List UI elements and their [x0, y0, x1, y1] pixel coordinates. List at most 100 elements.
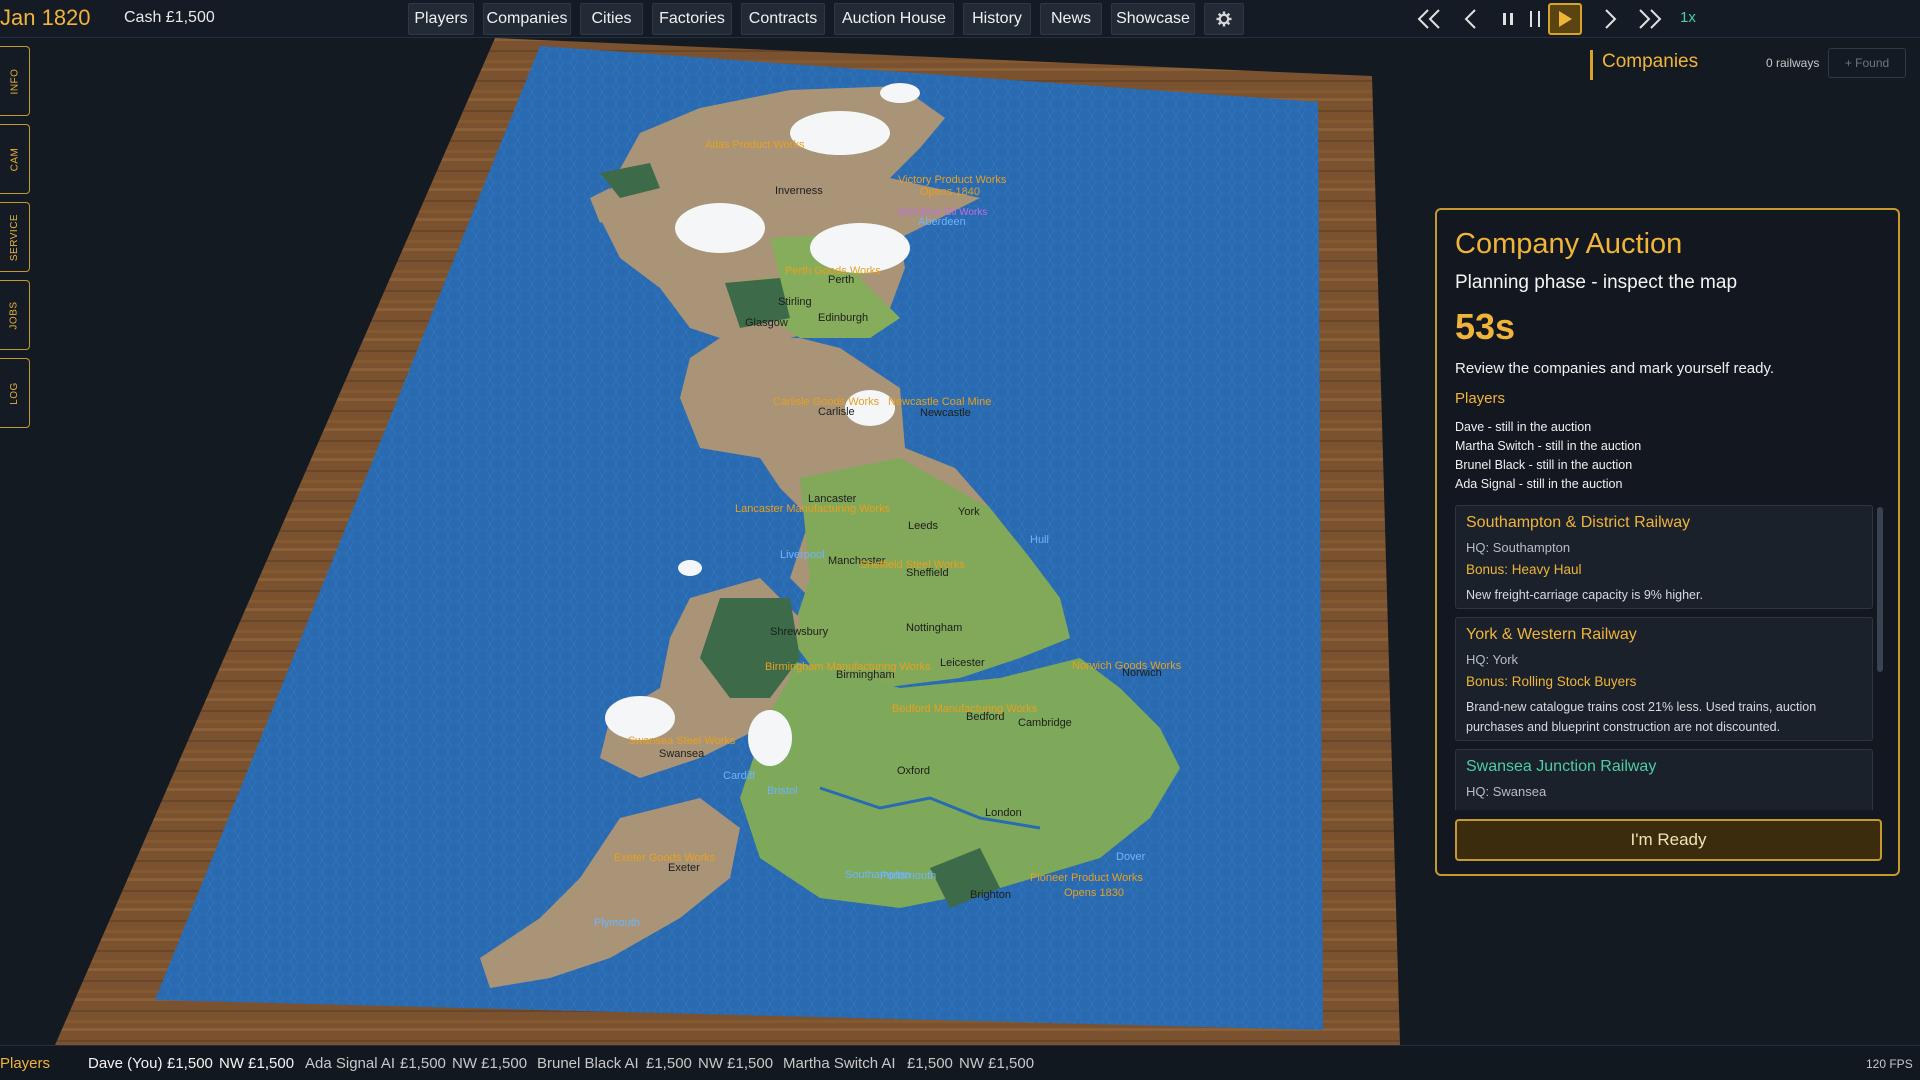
cloud: [748, 710, 792, 766]
nav-news[interactable]: News: [1040, 3, 1102, 35]
pause-icon: [1503, 13, 1513, 25]
city-label[interactable]: Glasgow: [745, 317, 788, 329]
tab-jobs[interactable]: JOBS: [0, 280, 30, 350]
tab-log[interactable]: LOG: [0, 358, 30, 428]
step-forward-button[interactable]: [1594, 3, 1626, 35]
company-card[interactable]: York & Western Railway HQ: York Bonus: R…: [1455, 617, 1873, 741]
works-label[interactable]: Aberdeen Oil Works: [898, 207, 987, 218]
works-label[interactable]: Sheffield Steel Works: [860, 559, 965, 571]
city-label[interactable]: Swansea: [659, 748, 705, 760]
company-name: Southampton & District Railway: [1466, 514, 1691, 531]
auction-timer: 53s: [1455, 306, 1516, 347]
city-label[interactable]: Leeds: [908, 520, 938, 532]
works-label[interactable]: Swansea Steel Works: [628, 735, 736, 747]
found-company-button[interactable]: + Found: [1828, 48, 1906, 78]
works-label[interactable]: Lancaster Manufacturing Works: [735, 503, 891, 515]
city-label[interactable]: Liverpool: [780, 549, 825, 561]
nav-showcase[interactable]: Showcase: [1111, 3, 1195, 35]
works-label[interactable]: Bedford Manufacturing Works: [892, 703, 1038, 715]
city-label[interactable]: Inverness: [775, 185, 823, 197]
city-label[interactable]: Cambridge: [1018, 717, 1072, 729]
nav-factories[interactable]: Factories: [652, 3, 732, 35]
double-chevron-right-icon: [1639, 9, 1662, 29]
city-label[interactable]: Plymouth: [594, 917, 640, 929]
play-button[interactable]: [1548, 3, 1582, 35]
nav-auction-house[interactable]: Auction House: [834, 3, 954, 35]
nav-cities[interactable]: Cities: [580, 3, 643, 35]
ready-button[interactable]: I'm Ready: [1455, 819, 1882, 861]
works-label[interactable]: Birmingham Manufacturing Works: [765, 661, 931, 673]
tab-label: SERVICE: [9, 213, 21, 261]
tab-label: INFO: [8, 68, 20, 94]
city-label[interactable]: Stirling: [778, 296, 812, 308]
fps-counter: 120 FPS: [1866, 1057, 1913, 1071]
city-label[interactable]: Cardiff: [723, 770, 756, 782]
company-name: Swansea Junction Railway: [1466, 758, 1657, 775]
works-label[interactable]: Atlas Product Works: [705, 139, 805, 151]
company-hq: HQ: York: [1466, 652, 1519, 667]
companies-panel-header: Companies 0 railways + Found: [1590, 48, 1906, 80]
works-label[interactable]: Perth Goods Works: [785, 265, 881, 277]
nav-companies[interactable]: Companies: [483, 3, 571, 35]
speed-indicator[interactable]: 1x: [1680, 9, 1696, 26]
city-label[interactable]: London: [985, 807, 1022, 819]
companies-title: Companies: [1602, 51, 1699, 72]
game-map[interactable]: Inverness Aberdeen Perth Stirling Glasgo…: [0, 38, 1430, 1045]
rewind-fast-button[interactable]: [1413, 3, 1445, 35]
works-label[interactable]: Opens 1830: [1064, 887, 1124, 899]
tab-info[interactable]: INFO: [0, 46, 30, 116]
railway-count: 0 railways: [1766, 56, 1820, 70]
tab-cam[interactable]: CAM: [0, 124, 30, 194]
works-label[interactable]: Carlisle Goods Works: [773, 396, 880, 408]
player-name[interactable]: Ada Signal AI: [305, 1055, 395, 1072]
player-name[interactable]: Dave (You): [88, 1055, 163, 1072]
step-back-button[interactable]: [1455, 3, 1487, 35]
city-label[interactable]: Shrewsbury: [770, 626, 829, 638]
tab-label: LOG: [9, 381, 20, 405]
works-label[interactable]: Norwich Goods Works: [1072, 660, 1182, 672]
company-name: York & Western Railway: [1466, 626, 1637, 643]
chevron-left-icon: [1464, 9, 1476, 29]
city-label[interactable]: Bristol: [767, 785, 798, 797]
player-cash: £1,500: [167, 1055, 213, 1072]
works-label[interactable]: Exeter Goods Works: [614, 852, 716, 864]
player-name[interactable]: Martha Switch AI: [783, 1055, 896, 1072]
company-card[interactable]: Swansea Junction Railway HQ: Swansea: [1455, 749, 1873, 810]
city-label[interactable]: Leicester: [940, 657, 985, 669]
works-label[interactable]: Newcastle Coal Mine: [888, 396, 991, 408]
player-status: Ada Signal - still in the auction: [1455, 477, 1623, 491]
works-label[interactable]: Pioneer Product Works: [1030, 872, 1143, 884]
player-networth: NW £1,500: [219, 1055, 295, 1072]
works-label[interactable]: Victory Product Works: [898, 174, 1007, 186]
player-status: Martha Switch - still in the auction: [1455, 439, 1642, 453]
company-list[interactable]: Southampton & District Railway HQ: South…: [1455, 505, 1875, 810]
city-label[interactable]: Dover: [1116, 851, 1146, 863]
city-label[interactable]: York: [958, 506, 980, 518]
city-label[interactable]: Newcastle: [920, 407, 971, 419]
works-label[interactable]: Opens 1840: [920, 186, 980, 198]
city-label[interactable]: Portsmouth: [880, 870, 936, 882]
settings-button[interactable]: [1204, 3, 1244, 35]
fast-forward-button[interactable]: [1634, 3, 1666, 35]
tab-service[interactable]: SERVICE: [0, 202, 30, 272]
city-label[interactable]: Oxford: [897, 765, 930, 777]
cloud: [605, 696, 675, 740]
nav-history[interactable]: History: [963, 3, 1031, 35]
company-bonus-desc: Brand-new catalogue trains cost 21% less…: [1466, 700, 1817, 734]
nav-players[interactable]: Players: [408, 3, 474, 35]
player-cash: £1,500: [907, 1055, 953, 1072]
game-date: Jan 1820: [0, 5, 91, 30]
play-icon: [1559, 11, 1572, 27]
city-label[interactable]: Hull: [1030, 534, 1049, 546]
company-card[interactable]: Southampton & District Railway HQ: South…: [1455, 505, 1873, 609]
city-label[interactable]: Edinburgh: [818, 312, 868, 324]
nav-contracts[interactable]: Contracts: [741, 3, 825, 35]
city-label[interactable]: Brighton: [970, 889, 1011, 901]
city-label[interactable]: Nottingham: [906, 622, 962, 634]
player-name[interactable]: Brunel Black AI: [537, 1055, 639, 1072]
player-networth: NW £1,500: [452, 1055, 528, 1072]
auction-title: Company Auction: [1455, 228, 1683, 260]
slow-bars-icon: [1530, 11, 1540, 27]
company-list-scrollbar[interactable]: [1877, 507, 1883, 672]
slow-button[interactable]: [1519, 3, 1551, 35]
